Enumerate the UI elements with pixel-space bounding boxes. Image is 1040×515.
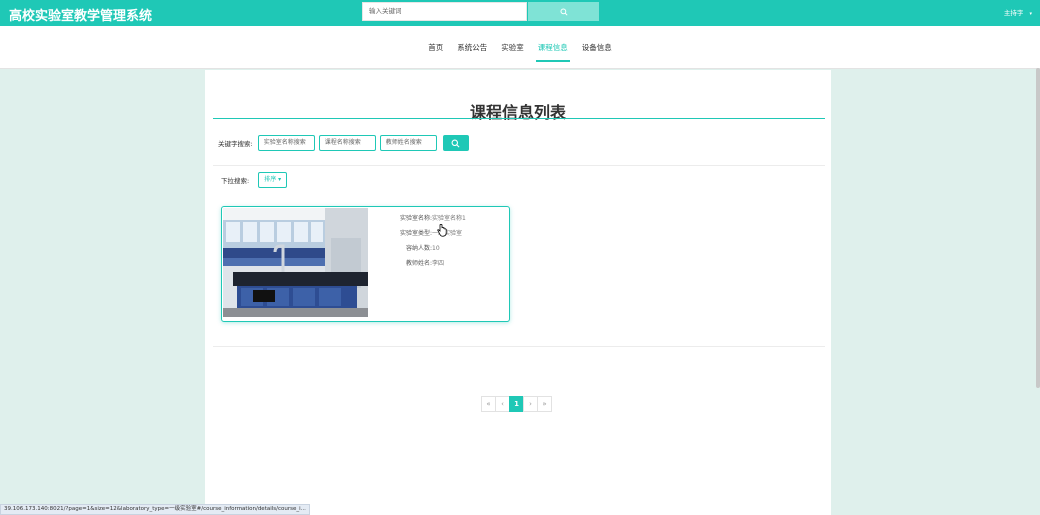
- teacher-name-value: 李四: [432, 260, 445, 267]
- first-page-button[interactable]: «: [481, 396, 496, 412]
- chevron-down-icon: ▾: [1029, 11, 1032, 17]
- hand-cursor-icon: [437, 223, 447, 239]
- top-search-button[interactable]: [528, 2, 599, 21]
- search-icon: [559, 7, 568, 16]
- search-icon: [451, 139, 460, 147]
- sort-dropdown[interactable]: 排序 ▾: [258, 172, 288, 188]
- nav-item-course-info[interactable]: 课程信息: [535, 34, 570, 62]
- next-page-button[interactable]: ›: [523, 396, 538, 412]
- nav-item-announcements[interactable]: 系统公告: [457, 34, 487, 61]
- teacher-name-search-input[interactable]: 教师姓名搜索: [379, 135, 437, 151]
- main-nav: 首页 系统公告 实验室 课程信息 设备信息: [0, 26, 1040, 69]
- teacher-name-label: 教师姓名:: [405, 260, 432, 267]
- lab-name-search-input[interactable]: 实验室名称搜索: [257, 135, 315, 151]
- last-page-button[interactable]: »: [537, 396, 552, 412]
- lab-type-label: 实验室类型:: [399, 230, 432, 237]
- top-header: 高校实验室教学管理系统 输入关键词 主持字 ▾: [0, 0, 1040, 26]
- capacity-label: 容纳人数:: [405, 245, 432, 252]
- site-title: 高校实验室教学管理系统: [9, 9, 153, 24]
- content-panel: 课程信息列表 关键字搜索: 实验室名称搜索 课程名称搜索 教师姓名搜索 下拉搜索…: [205, 70, 831, 515]
- title-underline: [213, 118, 825, 119]
- top-search-input[interactable]: 输入关键词: [362, 2, 527, 21]
- nav-item-laboratory[interactable]: 实验室: [501, 34, 524, 61]
- page-title: 课程信息列表: [469, 103, 566, 122]
- user-name: 主持字: [1003, 9, 1024, 17]
- lab-photo: [223, 208, 368, 317]
- page-number-button[interactable]: 1: [509, 396, 524, 412]
- dropdown-search-label: 下拉搜索:: [221, 177, 250, 185]
- nav-item-equipment[interactable]: 设备信息: [582, 34, 612, 61]
- status-bar-url: 39.106.173.140:8021/?page=1&size=12&labo…: [0, 504, 310, 515]
- user-menu[interactable]: 主持字 ▾: [1004, 7, 1032, 17]
- prev-page-button[interactable]: ‹: [495, 396, 510, 412]
- page-scrollbar[interactable]: [1036, 68, 1040, 388]
- lab-name-label: 实验室名称:: [399, 215, 432, 222]
- pagination: « ‹ 1 › »: [481, 396, 552, 412]
- keyword-search-label: 关键字搜索:: [218, 140, 253, 148]
- card-details: 实验室名称: 实验室名称1 实验室类型: 一级实验室 容纳人数: 10 教师姓名: 李四: [369, 211, 509, 271]
- search-button[interactable]: [442, 135, 469, 151]
- divider: [213, 346, 825, 347]
- dropdown-search-row: 下拉搜索: 排序 ▾: [221, 172, 288, 188]
- keyword-search-row: 关键字搜索: 实验室名称搜索 课程名称搜索 教师姓名搜索: [218, 135, 469, 151]
- divider: [213, 165, 825, 166]
- nav-item-home[interactable]: 首页: [428, 34, 443, 61]
- course-card[interactable]: 实验室名称: 实验室名称1 实验室类型: 一级实验室 容纳人数: 10 教师姓名: 李四: [221, 206, 510, 322]
- course-name-search-input[interactable]: 课程名称搜索: [318, 135, 376, 151]
- capacity-value: 10: [432, 245, 440, 252]
